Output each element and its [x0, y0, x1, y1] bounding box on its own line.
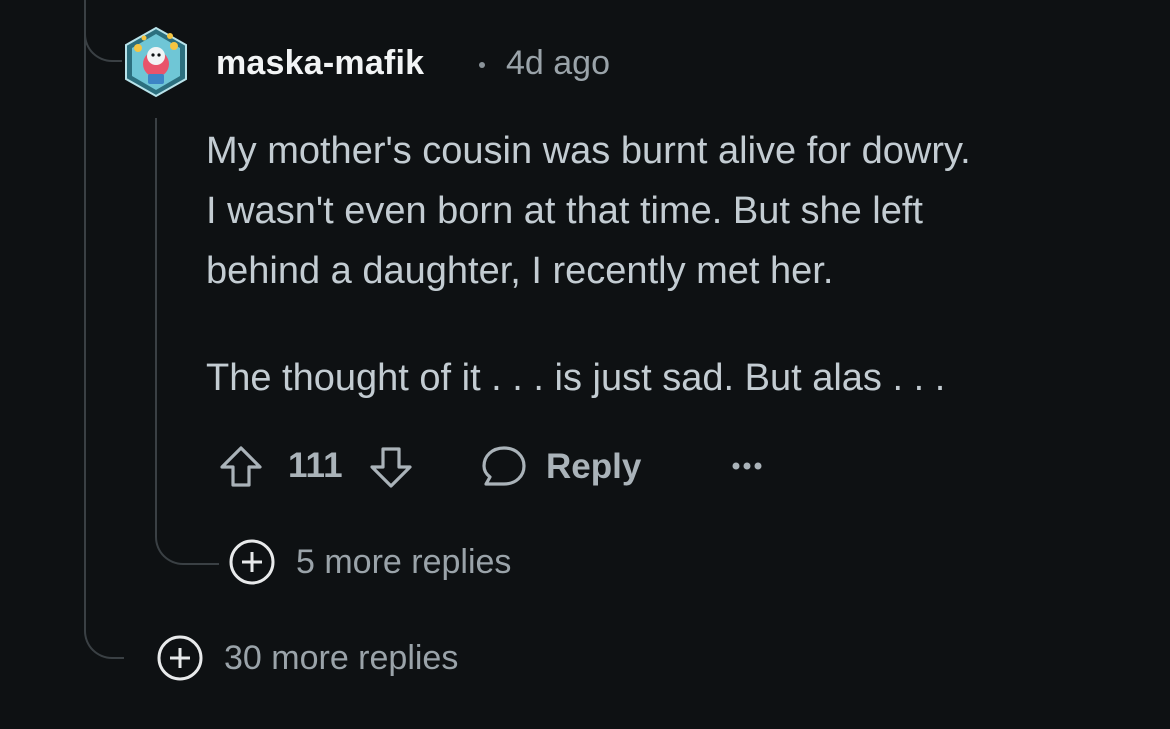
separator-dot — [479, 62, 485, 68]
expand-nested-replies-button[interactable]: 5 more replies — [228, 538, 511, 586]
comment-bubble-icon — [480, 444, 528, 490]
downvote-icon — [370, 447, 412, 488]
plus-circle-icon — [229, 539, 275, 585]
upvote-button[interactable] — [218, 444, 264, 490]
username[interactable]: maska-mafik — [216, 44, 424, 83]
upvote-icon — [220, 446, 262, 487]
comment-paragraph-text: The thought of it . . . is just sad. But… — [206, 357, 946, 399]
avatar[interactable] — [124, 26, 188, 98]
downvote-button[interactable] — [368, 444, 414, 490]
reply-label: Reply — [546, 447, 642, 486]
more-replies-label: 30 more replies — [224, 638, 459, 677]
more-options-button[interactable] — [731, 456, 763, 476]
expand-thread-replies-button[interactable]: 30 more replies — [156, 634, 458, 682]
thread-line-outer[interactable] — [84, 0, 124, 659]
vote-count: 111 — [288, 446, 343, 485]
plus-circle-icon — [157, 635, 203, 681]
comment-paragraph: My mother's cousin was burnt alive for d… — [206, 121, 971, 301]
ellipsis-icon — [732, 462, 762, 470]
more-replies-label: 5 more replies — [296, 542, 512, 581]
comment-paragraph: The thought of it . . . is just sad. But… — [206, 348, 945, 408]
reply-button[interactable]: Reply — [480, 444, 641, 490]
timestamp[interactable]: 4d ago — [506, 44, 610, 83]
snoo-avatar-icon — [125, 26, 187, 98]
comment-paragraph-text: My mother's cousin was burnt alive for d… — [206, 130, 971, 292]
